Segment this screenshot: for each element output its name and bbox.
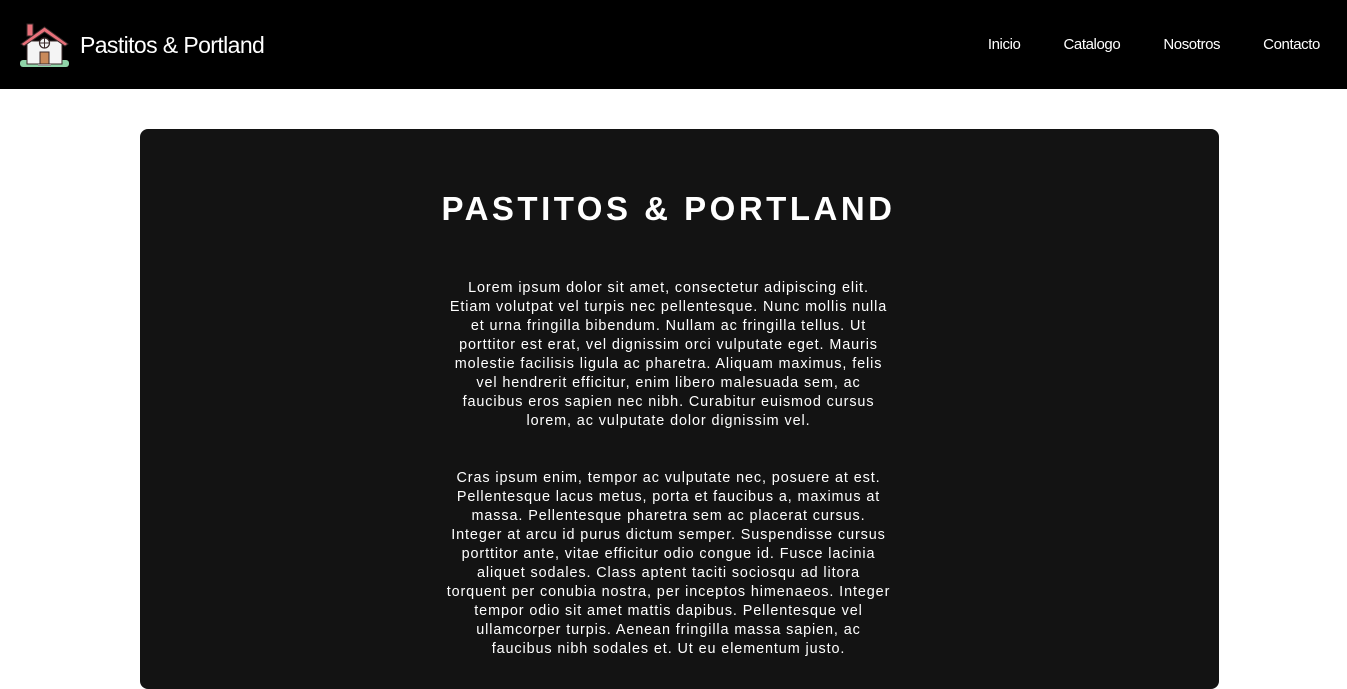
paragraph-line: porttitor est erat, vel dignissim orci v…	[459, 337, 878, 353]
paragraph-line: tempor odio sit amet mattis dapibus. Pel…	[474, 603, 863, 619]
nav-link-inicio[interactable]: Inicio	[988, 36, 1021, 53]
paragraph-line: Etiam volutpat vel turpis nec pellentesq…	[449, 299, 888, 315]
navbar: Pastitos & Portland Inicio Catalogo Noso…	[0, 0, 1347, 89]
paragraph-line: molestie facilisis ligula ac pharetra. A…	[454, 356, 883, 372]
paragraph-line: Pellentesque lacus metus, porta et fauci…	[456, 489, 881, 505]
nav-link-contacto[interactable]: Contacto	[1263, 36, 1320, 53]
second-paragraph: Cras ipsum enim, tempor ac vulputate nec…	[419, 469, 918, 659]
nav-link-catalogo[interactable]: Catalogo	[1063, 36, 1120, 53]
nav-item-catalogo: Catalogo	[1063, 36, 1120, 54]
paragraph-line: aliquet sodales. Class aptent taciti soc…	[476, 565, 861, 581]
paragraph-line: lorem, ac vulputate dolor dignissim vel.	[526, 413, 811, 429]
paragraph-line: faucibus nibh sodales et. Ut eu elementu…	[491, 641, 846, 657]
paragraph-line: vel hendrerit efficitur, enim libero mal…	[476, 375, 861, 391]
nav-link-nosotros[interactable]: Nosotros	[1163, 36, 1220, 53]
page-title: PASTITOS & PORTLAND	[441, 190, 896, 227]
paragraph-line: porttitor ante, vitae efficitur odio con…	[461, 546, 876, 562]
nav-menu: Inicio Catalogo Nosotros Contacto	[945, 0, 1321, 89]
paragraph-line: massa. Pellentesque pharetra sem ac plac…	[471, 508, 866, 524]
paragraph-line: Integer at arcu id purus dictum semper. …	[451, 527, 886, 543]
house-icon	[20, 23, 69, 67]
paragraph-line: et urna fringilla bibendum. Nullam ac fr…	[470, 318, 867, 334]
nav-item-nosotros: Nosotros	[1163, 36, 1220, 54]
paragraph-line: ullamcorper turpis. Aenean fringilla mas…	[476, 622, 861, 638]
paragraph-line: faucibus eros sapien nec nibh. Curabitur…	[462, 394, 875, 410]
nav-item-contacto: Contacto	[1263, 36, 1320, 54]
nav-item-inicio: Inicio	[988, 36, 1021, 54]
paragraph-line: torquent per conubia nostra, per incepto…	[446, 584, 891, 600]
brand-name: Pastitos & Portland	[80, 31, 265, 58]
brand-home-link[interactable]: Pastitos & Portland	[20, 22, 265, 68]
intro-paragraph: Lorem ipsum dolor sit amet, consectetur …	[419, 279, 918, 431]
paragraph-line: Lorem ipsum dolor sit amet, consectetur …	[468, 280, 869, 296]
paragraph-line: Cras ipsum enim, tempor ac vulputate nec…	[456, 470, 881, 486]
